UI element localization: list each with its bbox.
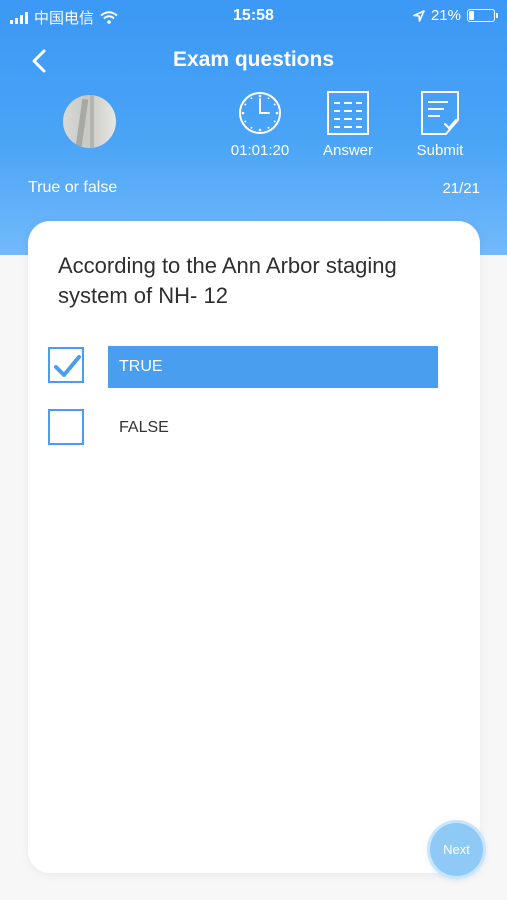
answer-sheet-icon [327,91,369,135]
battery-fill [469,11,474,20]
option-true-checkbox[interactable] [48,347,84,383]
timer-label: 01:01:20 [230,142,290,159]
battery-icon [467,9,498,22]
status-bar: 中国电信 15:58 21% [0,0,507,32]
option-true[interactable]: TRUE [108,346,438,388]
question-progress: 21/21 [442,180,480,197]
submit-label: Submit [416,142,464,159]
option-false[interactable]: FALSE [108,407,438,449]
next-button[interactable]: Next [430,823,483,876]
answer-sheet-button[interactable]: Answer [308,90,388,159]
submit-button[interactable]: Submit [400,90,480,159]
avatar[interactable] [63,95,116,148]
answer-label: Answer [322,142,374,159]
page-title: Exam questions [172,48,335,71]
question-card: According to the Ann Arbor staging syste… [28,221,480,873]
question-text: According to the Ann Arbor staging syste… [58,253,397,308]
submit-document-icon [421,91,459,135]
option-false-checkbox[interactable] [48,409,84,445]
clock-icon [239,92,281,134]
location-arrow-icon [413,9,425,22]
battery-percent: 21% [430,7,461,24]
question-type: True or false [28,179,118,196]
timer-display: 01:01:20 [220,90,300,159]
checkmark-icon [54,355,81,377]
